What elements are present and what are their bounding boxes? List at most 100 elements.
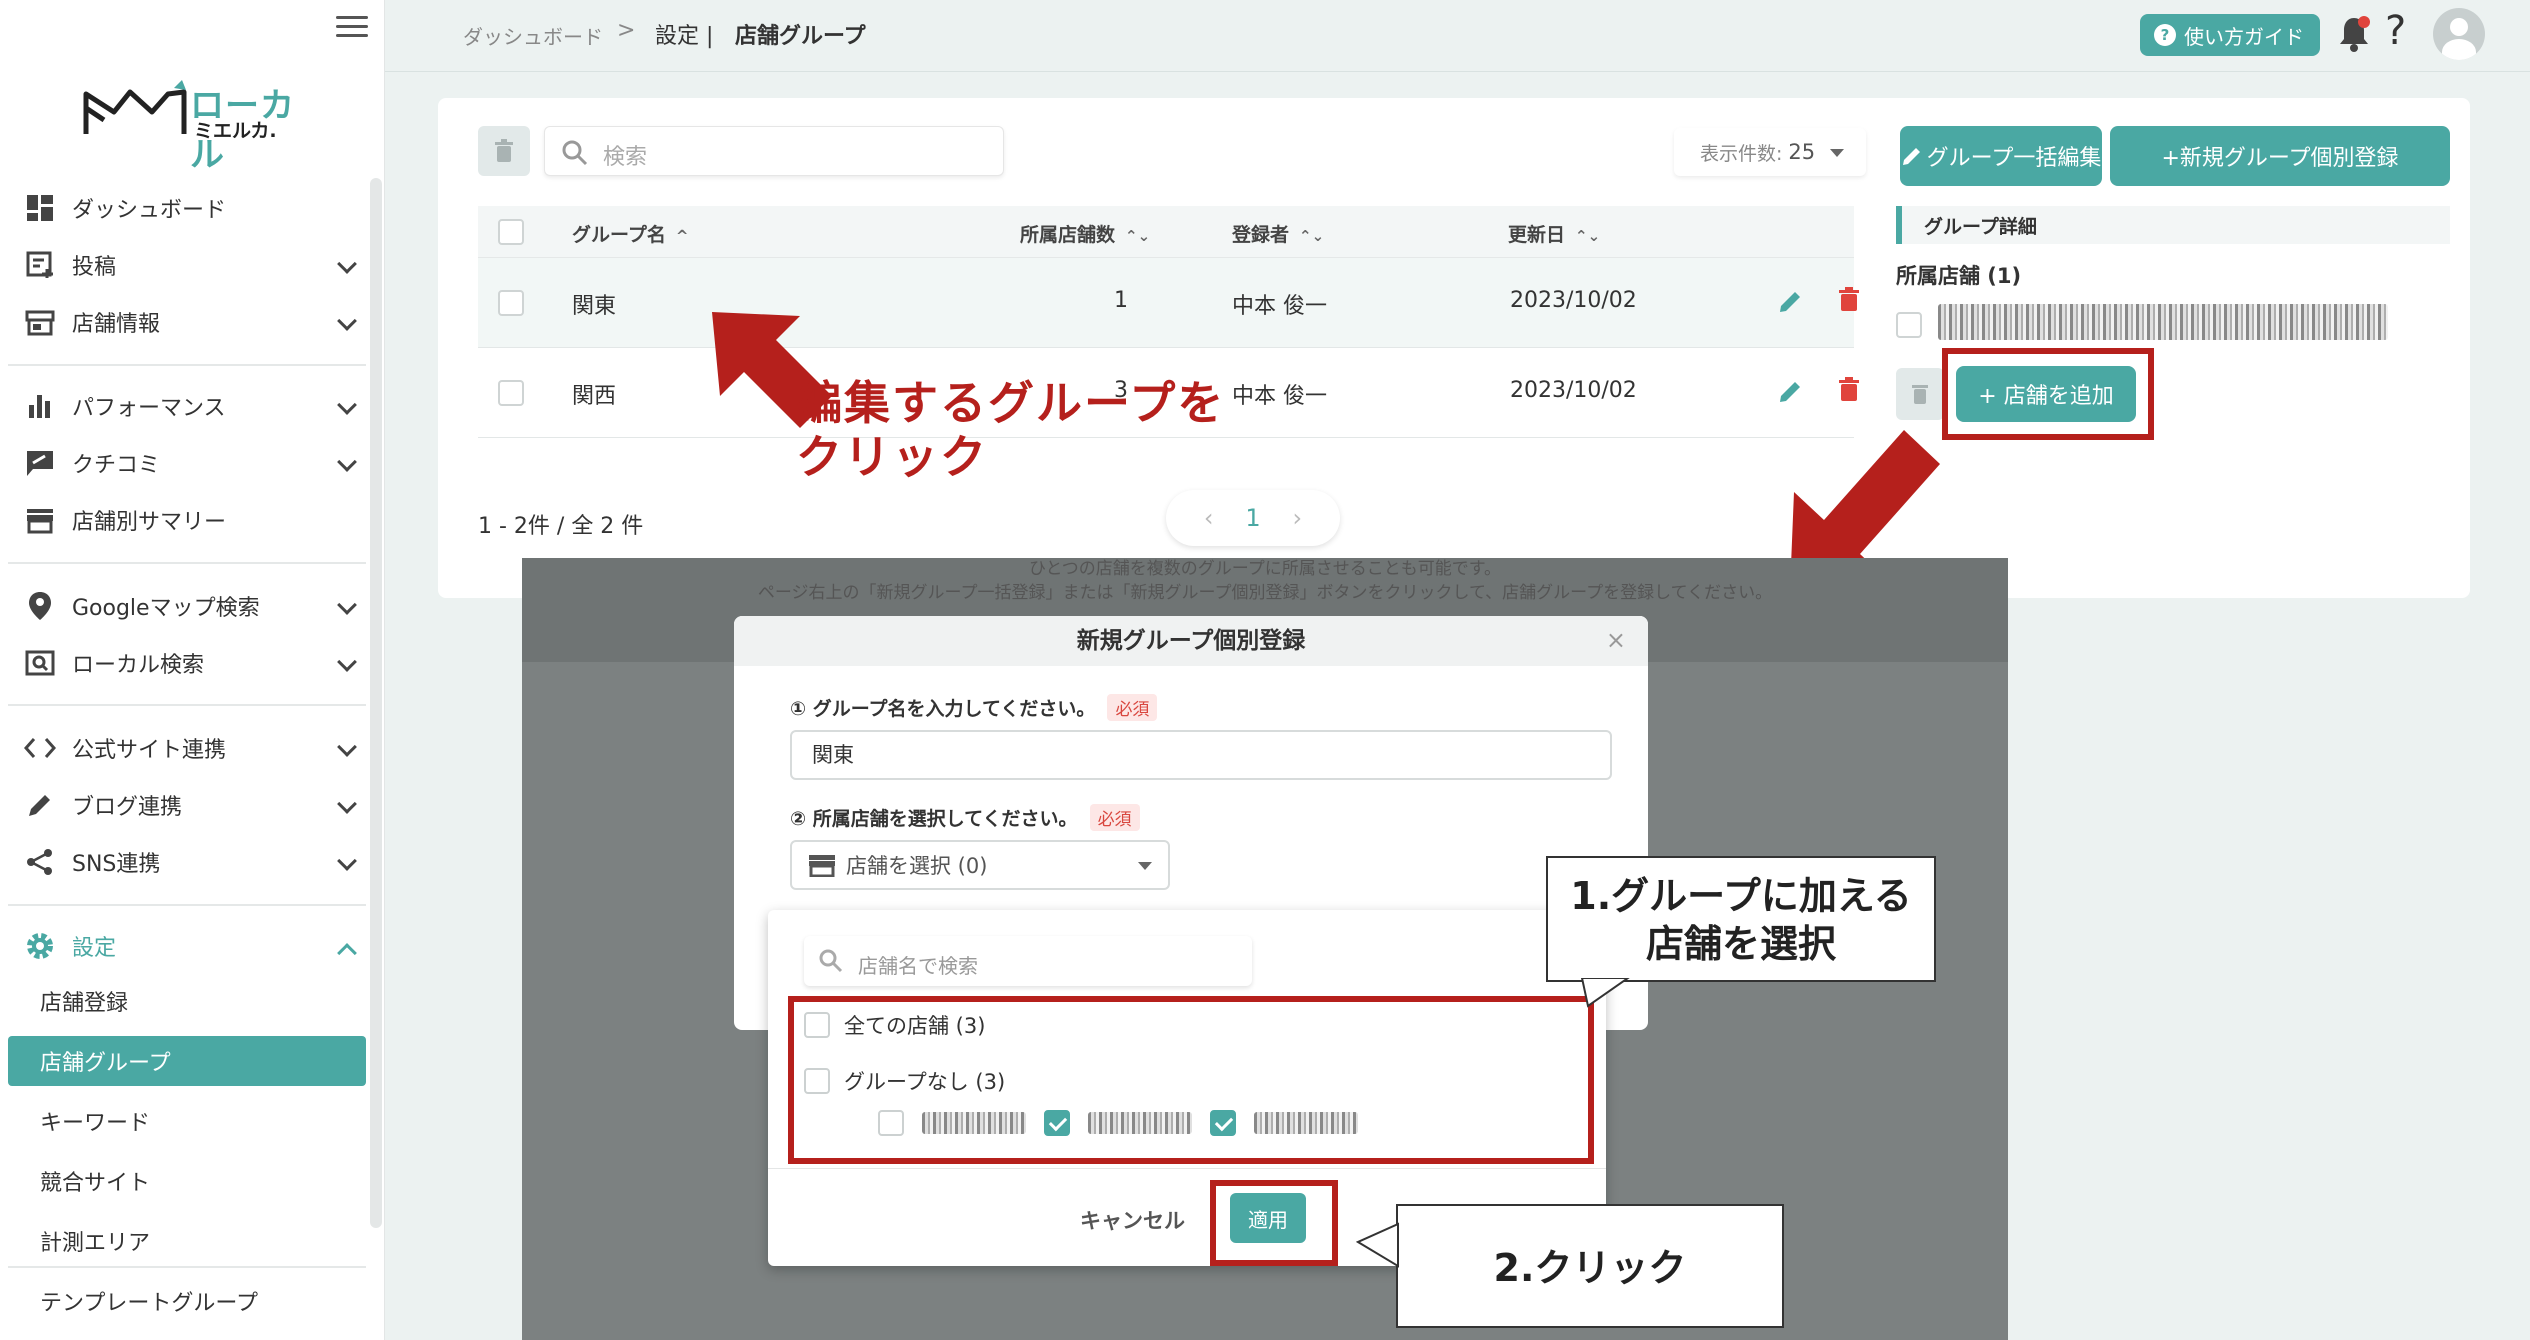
new-group-button[interactable]: +新規グループ個別登録	[2110, 126, 2450, 186]
delete-icon[interactable]	[1838, 286, 1860, 312]
member-delete-button[interactable]	[1896, 368, 1944, 420]
gear-icon	[24, 932, 56, 960]
breadcrumb-dashboard[interactable]: ダッシュボード	[463, 21, 603, 50]
divider	[8, 704, 366, 706]
cell-name[interactable]: 関西	[572, 378, 616, 410]
menu-toggle-icon[interactable]	[336, 16, 368, 40]
next-page-icon[interactable]: ›	[1292, 504, 1302, 532]
callout-pointer	[1356, 1222, 1399, 1268]
sidebar-item-dashboard[interactable]: ダッシュボード	[0, 180, 370, 236]
row-checkbox[interactable]	[498, 290, 524, 316]
edit-pencil-icon[interactable]	[1778, 378, 1804, 404]
breadcrumb-settings: 設定 |	[655, 24, 714, 49]
sidebar-sub-competitor[interactable]: 競合サイト	[8, 1156, 366, 1206]
column-header-count[interactable]: 所属店舗数 ⌃⌄	[1020, 220, 1150, 247]
member-store-checkbox[interactable]	[1896, 312, 1922, 338]
sidebar-item-website-link[interactable]: 公式サイト連携	[0, 720, 370, 776]
store-search-input[interactable]: 店舗名で検索	[804, 936, 1252, 986]
column-header-name[interactable]: グループ名 ^	[572, 220, 688, 247]
row-checkbox[interactable]	[498, 380, 524, 406]
column-header-owner[interactable]: 登録者 ⌃⌄	[1232, 220, 1324, 247]
group-detail-header: グループ詳細	[1896, 206, 2450, 244]
sidebar-item-blog-link[interactable]: ブログ連携	[0, 777, 370, 833]
pencil-icon	[24, 791, 56, 819]
cell-count: 1	[1114, 288, 1128, 313]
inset-note-2: ページ右上の「新規グループ一括登録」または「新規グループ個別登録」ボタンをクリッ…	[757, 583, 1773, 603]
chevron-down-icon	[337, 794, 357, 814]
sidebar-item-posts[interactable]: 投稿	[0, 237, 370, 293]
chevron-down-icon	[337, 851, 357, 871]
bell-icon[interactable]	[2337, 14, 2371, 54]
delete-icon[interactable]	[1838, 376, 1860, 402]
store-icon	[24, 308, 56, 336]
sidebar-item-store-summary[interactable]: 店舗別サマリー	[0, 492, 370, 548]
sidebar-item-sns-link[interactable]: SNS連携	[0, 834, 370, 890]
sidebar-item-reviews[interactable]: クチコミ	[0, 435, 370, 491]
map-pin-icon	[24, 592, 56, 620]
search-icon	[562, 140, 588, 166]
sidebar-sub-measure-area[interactable]: 計測エリア	[8, 1216, 366, 1266]
caret-down-icon	[1830, 149, 1844, 157]
select-all-checkbox[interactable]	[498, 219, 524, 245]
breadcrumb-separator: >	[617, 18, 636, 43]
sidebar-item-google-map-search[interactable]: Googleマップ検索	[0, 578, 370, 634]
required-badge: 必須	[1089, 804, 1140, 831]
cell-name[interactable]: 関東	[572, 288, 616, 320]
divider	[8, 1266, 366, 1268]
help-icon[interactable]: ?	[2385, 8, 2406, 54]
close-icon[interactable]: ×	[1606, 626, 1626, 654]
edit-pencil-icon[interactable]	[1778, 288, 1804, 314]
callout-step1: 1.グループに加える 店舗を選択	[1546, 856, 1936, 982]
divider	[8, 562, 366, 564]
callout-step2: 2.クリック	[1396, 1204, 1784, 1328]
cell-owner: 中本 俊一	[1232, 384, 1327, 409]
bulk-delete-button[interactable]	[478, 126, 530, 176]
logo[interactable]: ローカル ミエルカ.	[82, 78, 312, 175]
sidebar-sub-keyword[interactable]: キーワード	[8, 1096, 366, 1146]
pencil-icon	[1902, 148, 1920, 165]
per-page-select[interactable]: 表示件数: 25	[1674, 128, 1866, 176]
sidebar-sub-store-group[interactable]: 店舗グループ	[8, 1036, 366, 1086]
sidebar-sub-store-register[interactable]: 店舗登録	[8, 976, 366, 1026]
group-name-input[interactable]: 関東	[790, 730, 1612, 780]
pagination-info: 1 - 2件 / 全 2 件	[478, 514, 644, 539]
sidebar-item-performance[interactable]: パフォーマンス	[0, 378, 370, 434]
search-input[interactable]: 検索	[544, 126, 1004, 176]
divider	[8, 904, 366, 906]
annotation-edit-group: 編集するグループを クリック	[796, 376, 1226, 484]
sidebar-item-settings[interactable]: 設定	[0, 918, 370, 974]
sidebar-item-store-info[interactable]: 店舗情報	[0, 294, 370, 350]
pagination: ‹ 1 ›	[1166, 490, 1340, 546]
store-select-label: ② 所属店舗を選択してください。 必須	[790, 804, 1140, 831]
page-title: 店舗グループ	[735, 24, 866, 49]
new-group-label: +新規グループ個別登録	[2161, 146, 2399, 171]
sidebar-item-label: ローカル検索	[72, 653, 205, 678]
column-header-updated[interactable]: 更新日 ⌃⌄	[1508, 220, 1600, 247]
sidebar-scrollbar[interactable]	[370, 178, 382, 1228]
sidebar-item-label: パフォーマンス	[72, 396, 226, 421]
store-icon	[809, 855, 835, 877]
trash-icon	[1912, 385, 1928, 404]
sidebar-item-label: SNS連携	[72, 852, 161, 877]
logo-mark-icon	[83, 80, 187, 134]
divider	[8, 364, 366, 366]
chevron-down-icon	[337, 452, 357, 472]
logo-subtext: ミエルカ.	[194, 120, 277, 142]
table-header: グループ名 ^ 所属店舗数 ⌃⌄ 登録者 ⌃⌄ 更新日 ⌃⌄	[478, 206, 1854, 258]
group-name-label: ① グループ名を入力してください。 必須	[790, 694, 1158, 721]
sidebar-item-local-search[interactable]: ローカル検索	[0, 635, 370, 691]
page-number[interactable]: 1	[1245, 504, 1260, 532]
guide-button-label: 使い方ガイド	[2184, 24, 2304, 49]
search-placeholder: 検索	[603, 145, 648, 170]
sort-icon: ⌃⌄	[1299, 227, 1325, 245]
bulk-edit-button[interactable]: グループ一括編集	[1900, 126, 2102, 186]
prev-page-icon[interactable]: ‹	[1204, 504, 1214, 532]
cancel-button[interactable]: キャンセル	[1080, 1205, 1185, 1235]
avatar[interactable]	[2433, 8, 2485, 60]
table-row[interactable]: 関東 1 中本 俊一 2023/10/02	[478, 258, 1859, 348]
guide-button[interactable]: ? 使い方ガイド	[2140, 14, 2320, 56]
dashboard-icon	[24, 194, 56, 222]
sidebar-item-label: クチコミ	[72, 453, 161, 478]
sidebar-sub-template-group[interactable]: テンプレートグループ	[8, 1276, 366, 1326]
store-select[interactable]: 店舗を選択 (0)	[790, 840, 1170, 890]
